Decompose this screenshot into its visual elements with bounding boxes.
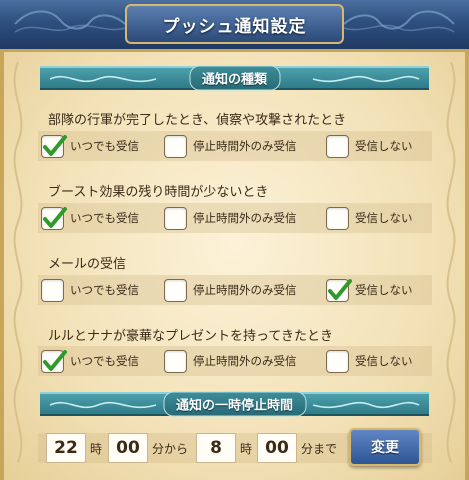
section-header-pause-time: 通知の一時停止時間 (40, 391, 429, 417)
option-label: いつでも受信 (70, 354, 139, 368)
option-row-present: いつでも受信 停止時間外のみ受信 受信しない (38, 346, 432, 376)
hour-unit-label: 時 (240, 441, 253, 456)
option-label: いつでも受信 (70, 139, 139, 153)
start-hour-field[interactable]: 22 (46, 433, 86, 463)
option-row-mail: いつでも受信 停止時間外のみ受信 受信しない (38, 275, 432, 305)
group-title-march: 部隊の行軍が完了したとき、偵察や攻撃されたとき (48, 113, 347, 128)
ornament-icon (312, 401, 420, 409)
checkbox[interactable] (41, 134, 67, 158)
option-always[interactable]: いつでも受信 (41, 203, 139, 233)
option-never[interactable]: 受信しない (326, 203, 413, 233)
section-header-notification-types: 通知の種類 (40, 65, 429, 91)
section-title: 通知の種類 (188, 65, 281, 91)
title-bar: プッシュ通知設定 (0, 0, 469, 52)
checkbox[interactable] (164, 278, 187, 302)
checkbox[interactable] (41, 278, 64, 302)
ornament-icon (446, 61, 456, 463)
to-unit-label: 分まで (301, 441, 338, 456)
option-label: 受信しない (355, 283, 413, 297)
option-label: 停止時間外のみ受信 (193, 354, 297, 368)
option-never[interactable]: 受信しない (326, 131, 413, 161)
checkbox[interactable] (164, 206, 187, 230)
section-title: 通知の一時停止時間 (162, 391, 307, 417)
ornament-icon (343, 10, 455, 33)
from-unit-label: 分から (152, 441, 189, 456)
page-title: プッシュ通知設定 (125, 4, 344, 44)
change-button[interactable]: 変更 (349, 428, 421, 466)
start-minute-field[interactable]: 00 (108, 433, 148, 463)
option-always[interactable]: いつでも受信 (41, 131, 139, 161)
checkbox[interactable] (164, 134, 187, 158)
option-row-march: いつでも受信 停止時間外のみ受信 受信しない (38, 131, 432, 161)
ornament-icon (13, 61, 23, 463)
option-label: 受信しない (355, 139, 413, 153)
end-minute-field[interactable]: 00 (257, 433, 297, 463)
option-label: いつでも受信 (70, 211, 139, 225)
ornament-icon (312, 75, 420, 83)
option-label: 停止時間外のみ受信 (193, 211, 297, 225)
ornament-icon (14, 10, 126, 33)
option-label: いつでも受信 (70, 283, 139, 297)
option-label: 受信しない (355, 354, 413, 368)
option-always[interactable]: いつでも受信 (41, 346, 139, 376)
group-title-present: ルルとナナが豪華なプレゼントを持ってきたとき (48, 329, 333, 344)
check-icon (43, 206, 67, 228)
option-label: 停止時間外のみ受信 (193, 139, 297, 153)
option-outside-pause[interactable]: 停止時間外のみ受信 (164, 131, 297, 161)
ornament-icon (49, 75, 157, 83)
option-outside-pause[interactable]: 停止時間外のみ受信 (164, 275, 297, 305)
ornament-icon (49, 401, 157, 409)
checkbox[interactable] (326, 278, 352, 302)
checkbox[interactable] (326, 206, 349, 230)
group-title-mail: メールの受信 (48, 257, 127, 272)
checkbox[interactable] (164, 349, 187, 373)
option-outside-pause[interactable]: 停止時間外のみ受信 (164, 203, 297, 233)
checkbox[interactable] (326, 349, 349, 373)
group-title-boost: ブースト効果の残り時間が少ないとき (48, 185, 269, 200)
checkbox[interactable] (41, 349, 67, 373)
option-always[interactable]: いつでも受信 (41, 275, 139, 305)
option-outside-pause[interactable]: 停止時間外のみ受信 (164, 346, 297, 376)
hour-unit-label: 時 (90, 441, 103, 456)
option-label: 受信しない (355, 211, 413, 225)
option-never[interactable]: 受信しない (326, 275, 413, 305)
option-label: 停止時間外のみ受信 (193, 283, 297, 297)
check-icon (328, 278, 352, 300)
option-never[interactable]: 受信しない (326, 346, 413, 376)
option-row-boost: いつでも受信 停止時間外のみ受信 受信しない (38, 203, 432, 233)
check-icon (43, 134, 67, 156)
end-hour-field[interactable]: 8 (196, 433, 236, 463)
checkbox[interactable] (41, 206, 67, 230)
pause-time-row: 22 時 00 分から 8 時 00 分まで 変更 (38, 428, 432, 466)
checkbox[interactable] (326, 134, 349, 158)
check-icon (43, 349, 67, 371)
